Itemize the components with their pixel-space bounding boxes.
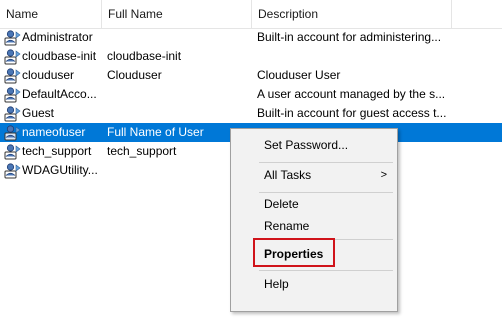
- column-header-empty: [451, 0, 502, 28]
- table-row[interactable]: DefaultAcco... A user account managed by …: [0, 85, 502, 104]
- cell-full-name: cloudbase-init: [107, 49, 182, 63]
- cell-full-name: Clouduser: [107, 68, 162, 82]
- cell-description: [257, 47, 497, 66]
- column-header-name[interactable]: Name: [0, 0, 101, 28]
- cell-name: clouduser: [22, 68, 75, 82]
- cell-description: A user account managed by the s...: [257, 87, 446, 101]
- context-menu: Set Password... All Tasks > Delete Renam…: [230, 128, 398, 312]
- column-header-description[interactable]: Description: [251, 0, 451, 28]
- cell-full-name: [107, 85, 247, 104]
- cell-name: WDAGUtility...: [22, 163, 98, 177]
- cell-full-name: [107, 28, 247, 47]
- menu-item-rename[interactable]: Rename: [231, 215, 397, 237]
- user-icon: [4, 124, 22, 141]
- menu-separator: [259, 162, 393, 163]
- submenu-arrow-icon: >: [380, 169, 387, 181]
- cell-name: tech_support: [22, 144, 92, 158]
- cell-description: Clouduser User: [257, 68, 341, 82]
- table-row[interactable]: clouduser Clouduser Clouduser User: [0, 66, 502, 85]
- cell-description: Built-in account for guest access t...: [257, 106, 447, 120]
- menu-item-help[interactable]: Help: [231, 273, 397, 295]
- user-icon: [4, 105, 22, 122]
- user-icon: [4, 143, 22, 160]
- user-icon: [4, 29, 22, 46]
- menu-item-all-tasks[interactable]: All Tasks >: [231, 164, 397, 186]
- cell-name: cloudbase-init: [22, 49, 97, 63]
- cell-name: nameofuser: [22, 125, 86, 139]
- user-icon: [4, 162, 22, 179]
- cell-full-name: Full Name of User: [107, 125, 204, 139]
- menu-item-delete[interactable]: Delete: [231, 193, 397, 215]
- cell-full-name: [107, 161, 247, 180]
- user-icon: [4, 48, 22, 65]
- cell-name: Administrator: [22, 30, 93, 44]
- menu-item-all-tasks-label: All Tasks: [264, 168, 312, 182]
- column-header-bar: Name Full Name Description: [0, 0, 502, 29]
- cell-name: Guest: [22, 106, 55, 120]
- table-row[interactable]: Guest Built-in account for guest access t…: [0, 104, 502, 123]
- column-header-full-name[interactable]: Full Name: [101, 0, 251, 28]
- cell-full-name: tech_support: [107, 144, 177, 158]
- table-row[interactable]: cloudbase-init cloudbase-init: [0, 47, 502, 66]
- properties-highlight-box: [253, 238, 335, 267]
- menu-separator: [259, 270, 393, 271]
- cell-name: DefaultAcco...: [22, 87, 97, 101]
- cell-description: Built-in account for administering...: [257, 30, 442, 44]
- user-icon: [4, 67, 22, 84]
- menu-item-set-password[interactable]: Set Password...: [231, 134, 397, 156]
- table-row[interactable]: Administrator Built-in account for admini…: [0, 28, 502, 47]
- user-icon: [4, 86, 22, 103]
- cell-full-name: [107, 104, 247, 123]
